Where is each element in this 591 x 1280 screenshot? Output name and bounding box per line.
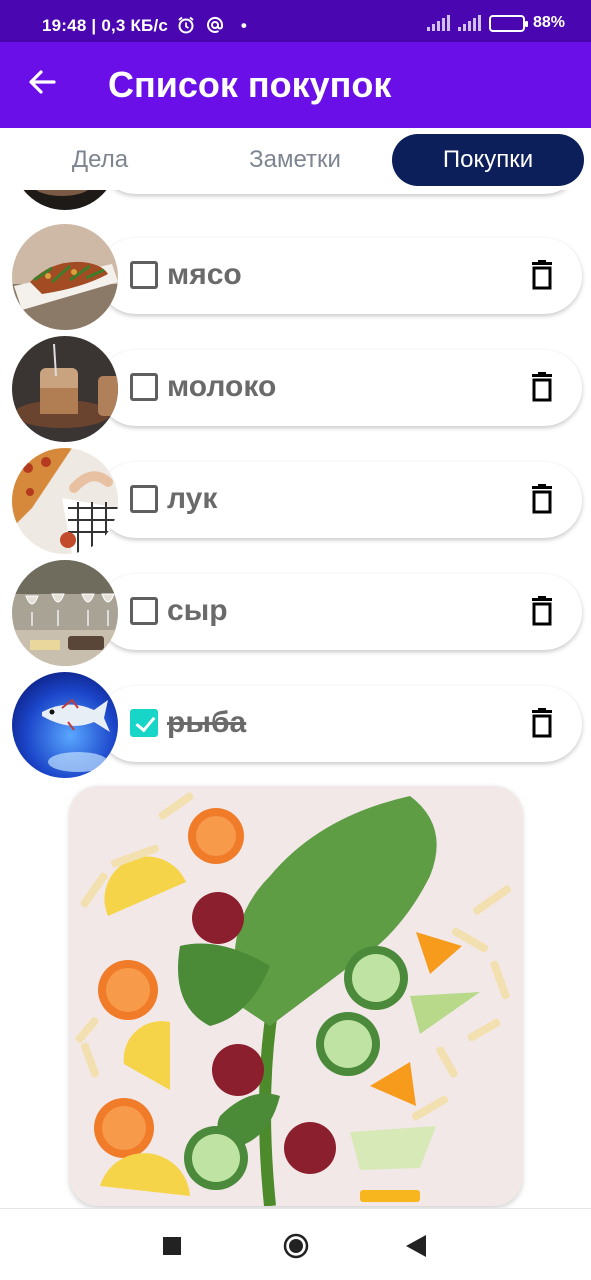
trash-icon[interactable] bbox=[530, 372, 554, 402]
list-item: мясо bbox=[0, 224, 591, 334]
app-bar: Список покупок bbox=[0, 42, 591, 128]
alarm-clock-icon bbox=[178, 16, 194, 34]
list-item: рыба bbox=[0, 672, 591, 782]
tab-bar: Дела Заметки Покупки bbox=[0, 128, 591, 190]
item-label: лук bbox=[167, 482, 218, 515]
list-item: лук bbox=[0, 448, 591, 558]
signal-icon-2 bbox=[457, 15, 481, 31]
item-checkbox[interactable] bbox=[130, 373, 158, 401]
list-item: молоко bbox=[0, 336, 591, 446]
status-bar: 19:48 | 0,3 КБ/с • 88% bbox=[0, 0, 591, 42]
page-title: Список покупок bbox=[108, 64, 392, 105]
pizza-table-photo bbox=[12, 448, 118, 554]
at-sign-icon bbox=[206, 16, 223, 33]
vegetables-kale-photo bbox=[70, 786, 522, 1206]
list-item: сыр bbox=[0, 560, 591, 670]
tab-shopping[interactable]: Покупки bbox=[392, 134, 584, 186]
battery-icon bbox=[488, 14, 528, 32]
arrow-left-icon[interactable] bbox=[26, 66, 58, 98]
circle-home-icon[interactable] bbox=[283, 1233, 309, 1259]
tab-notes[interactable]: Заметки bbox=[205, 134, 385, 186]
item-thumbnail bbox=[12, 190, 118, 210]
item-checkbox[interactable] bbox=[130, 709, 158, 737]
square-recents-icon[interactable] bbox=[163, 1237, 181, 1255]
milk-jars-photo bbox=[12, 336, 118, 442]
meat-dish-photo bbox=[12, 224, 118, 330]
trash-icon[interactable] bbox=[530, 484, 554, 514]
battery-percent: 88% bbox=[532, 14, 565, 31]
trash-icon[interactable] bbox=[530, 596, 554, 626]
status-right: 88% bbox=[426, 14, 565, 32]
tab-tasks[interactable]: Дела bbox=[10, 134, 190, 186]
item-label: рыба bbox=[167, 706, 247, 739]
blue-fish-photo bbox=[12, 672, 118, 778]
wine-cheese-photo bbox=[12, 560, 118, 666]
signal-icon bbox=[426, 15, 450, 31]
trash-icon[interactable] bbox=[530, 708, 554, 738]
item-checkbox[interactable] bbox=[130, 485, 158, 513]
triangle-back-icon[interactable] bbox=[406, 1235, 426, 1257]
item-card bbox=[98, 190, 582, 194]
item-checkbox[interactable] bbox=[130, 261, 158, 289]
item-label: сыр bbox=[167, 594, 228, 627]
item-label: молоко bbox=[167, 370, 277, 403]
item-label: мясо bbox=[167, 258, 242, 291]
status-left: 19:48 | 0,3 КБ/с • bbox=[42, 16, 248, 35]
list-item-partial bbox=[0, 190, 591, 214]
system-nav-bar bbox=[0, 1208, 591, 1280]
item-checkbox[interactable] bbox=[130, 597, 158, 625]
status-speed: 0,3 КБ/с bbox=[101, 16, 169, 35]
status-time: 19:48 bbox=[42, 16, 87, 35]
trash-icon[interactable] bbox=[530, 260, 554, 290]
